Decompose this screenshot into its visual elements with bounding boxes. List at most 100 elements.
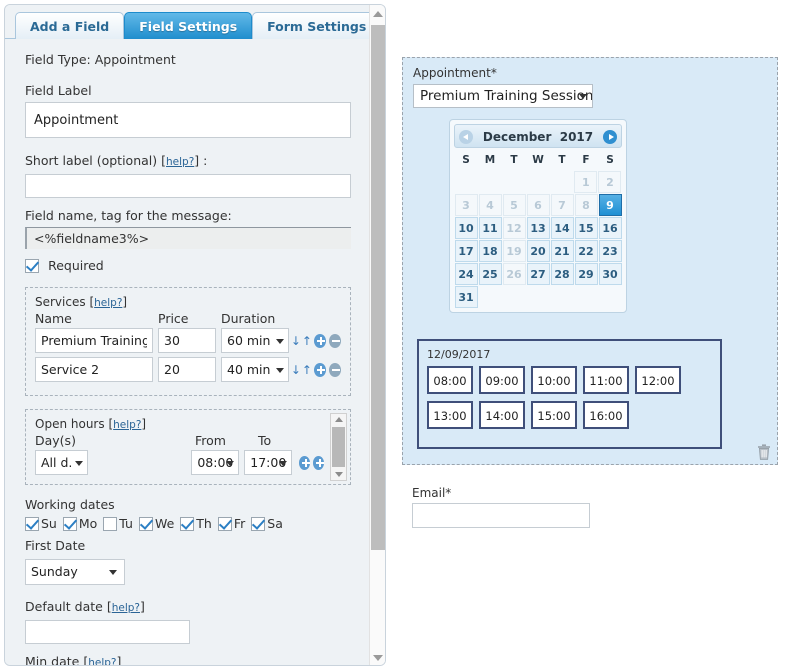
next-month-button[interactable]	[603, 130, 617, 144]
time-slot-button[interactable]: 16:00	[583, 401, 629, 429]
open-hours-days-select[interactable]: All d.	[35, 450, 88, 475]
service-duration-select[interactable]: 60 min	[221, 328, 289, 353]
open-hours-col-days: Day(s)	[35, 433, 195, 448]
working-day-label-mo: Mo	[79, 516, 97, 531]
move-down-icon[interactable]: ↓	[291, 364, 300, 376]
tab-add-a-field[interactable]: Add a Field	[15, 12, 124, 40]
open-hours-to-select[interactable]: 17:00	[244, 450, 292, 475]
short-label-input[interactable]	[25, 174, 351, 198]
working-day-checkbox-tu[interactable]	[103, 517, 117, 531]
calendar-week-row: 10111213141516	[454, 216, 622, 239]
time-slots-box: 12/09/2017 08:0009:0010:0011:0012:0013:0…	[417, 339, 722, 449]
remove-service-icon[interactable]	[329, 363, 341, 377]
calendar-day[interactable]: 28	[551, 263, 574, 285]
field-label-input[interactable]	[25, 102, 351, 138]
calendar-day[interactable]: 11	[479, 217, 502, 239]
calendar-dow: S	[599, 150, 622, 170]
service-name-input[interactable]	[35, 328, 153, 353]
add-service-icon[interactable]	[314, 363, 326, 377]
calendar-day[interactable]: 22	[575, 240, 598, 262]
move-up-icon[interactable]: ↑	[302, 335, 311, 347]
scrollbar-thumb[interactable]	[332, 427, 345, 467]
email-input[interactable]	[412, 503, 590, 528]
time-slot-button[interactable]: 12:00	[635, 366, 681, 394]
time-slot-button[interactable]: 09:00	[479, 366, 525, 394]
service-price-input[interactable]	[158, 328, 216, 353]
working-day-checkbox-sa[interactable]	[251, 517, 265, 531]
calendar-day[interactable]: 14	[551, 217, 574, 239]
trash-icon[interactable]	[757, 444, 771, 460]
open-hours-scrollbar[interactable]	[330, 413, 347, 481]
min-date-help-link[interactable]: help?	[88, 657, 116, 665]
calendar-day[interactable]: 27	[527, 263, 550, 285]
open-hours-column-headers: Day(s) From To	[35, 433, 324, 448]
working-day-checkbox-fr[interactable]	[218, 517, 232, 531]
prev-month-button[interactable]	[459, 130, 473, 144]
scroll-up-icon[interactable]	[373, 11, 383, 17]
working-day-checkbox-we[interactable]	[139, 517, 153, 531]
add-open-hours-icon[interactable]	[299, 456, 310, 470]
add-open-hours-icon-2[interactable]	[313, 456, 324, 470]
scroll-down-icon[interactable]	[373, 655, 383, 661]
services-help-link[interactable]: help?	[94, 297, 122, 309]
working-day-checkbox-th[interactable]	[180, 517, 194, 531]
open-hours-days-value: All d.	[41, 455, 72, 470]
time-slot-button[interactable]: 08:00	[427, 366, 473, 394]
open-hours-from-select[interactable]: 08:00	[191, 450, 239, 475]
tab-form-settings[interactable]: Form Settings	[252, 12, 381, 40]
chevron-left-icon	[463, 134, 468, 140]
add-service-icon[interactable]	[314, 334, 326, 348]
calendar-day[interactable]: 9	[599, 194, 622, 216]
calendar-day[interactable]: 17	[455, 240, 478, 262]
calendar-day[interactable]: 24	[455, 263, 478, 285]
default-date-input[interactable]	[25, 620, 190, 644]
required-checkbox[interactable]	[25, 259, 39, 273]
service-name-input[interactable]	[35, 357, 153, 382]
services-title-text: Services	[35, 295, 86, 309]
required-row: Required	[25, 255, 351, 274]
service-select[interactable]: Premium Training Session	[413, 84, 593, 108]
calendar-day[interactable]: 23	[599, 240, 622, 262]
calendar-day[interactable]: 30	[599, 263, 622, 285]
calendar-day: 8	[575, 194, 598, 216]
calendar-day: 2	[598, 171, 621, 193]
calendar-day[interactable]: 16	[599, 217, 622, 239]
calendar-day[interactable]: 13	[527, 217, 550, 239]
open-hours-row: All d. 08:00 17:00	[35, 450, 324, 475]
time-slot-button[interactable]: 14:00	[479, 401, 525, 429]
move-down-icon[interactable]: ↓	[291, 335, 300, 347]
time-slot-button[interactable]: 10:00	[531, 366, 577, 394]
calendar-day[interactable]: 31	[455, 286, 478, 308]
calendar-day[interactable]: 18	[479, 240, 502, 262]
calendar-day[interactable]: 10	[455, 217, 478, 239]
scrollbar-thumb[interactable]	[371, 25, 385, 550]
default-date-help-link[interactable]: help?	[112, 602, 140, 614]
open-hours-help-link[interactable]: help?	[113, 419, 141, 431]
calendar-day-empty	[502, 171, 525, 193]
working-day-label-su: Su	[41, 516, 57, 531]
calendar-day[interactable]: 21	[551, 240, 574, 262]
first-date-select[interactable]: Sunday	[25, 559, 125, 585]
panel-scrollbar[interactable]	[369, 5, 385, 666]
working-day-checkbox-mo[interactable]	[63, 517, 77, 531]
tab-field-settings[interactable]: Field Settings	[124, 12, 252, 40]
move-up-icon[interactable]: ↑	[302, 364, 311, 376]
time-slot-button[interactable]: 13:00	[427, 401, 473, 429]
calendar-day[interactable]: 20	[527, 240, 550, 262]
service-duration-select[interactable]: 40 min	[221, 357, 289, 382]
scroll-up-icon[interactable]	[335, 417, 343, 422]
time-slot-button[interactable]: 15:00	[531, 401, 577, 429]
chevron-down-icon	[276, 368, 284, 373]
short-label-help-link[interactable]: help?	[166, 156, 194, 168]
calendar-day[interactable]: 15	[575, 217, 598, 239]
calendar-day[interactable]: 29	[575, 263, 598, 285]
service-price-input[interactable]	[158, 357, 216, 382]
field-name-value: <%fieldname3%>	[25, 227, 351, 249]
working-day-checkbox-su[interactable]	[25, 517, 39, 531]
default-date-help-bracket-close: ]	[140, 599, 145, 614]
remove-service-icon[interactable]	[329, 334, 341, 348]
calendar-day[interactable]: 25	[479, 263, 502, 285]
scroll-down-icon[interactable]	[335, 472, 343, 477]
time-slot-button[interactable]: 11:00	[583, 366, 629, 394]
tab-bar: Add a FieldField SettingsForm Settings	[5, 5, 385, 39]
